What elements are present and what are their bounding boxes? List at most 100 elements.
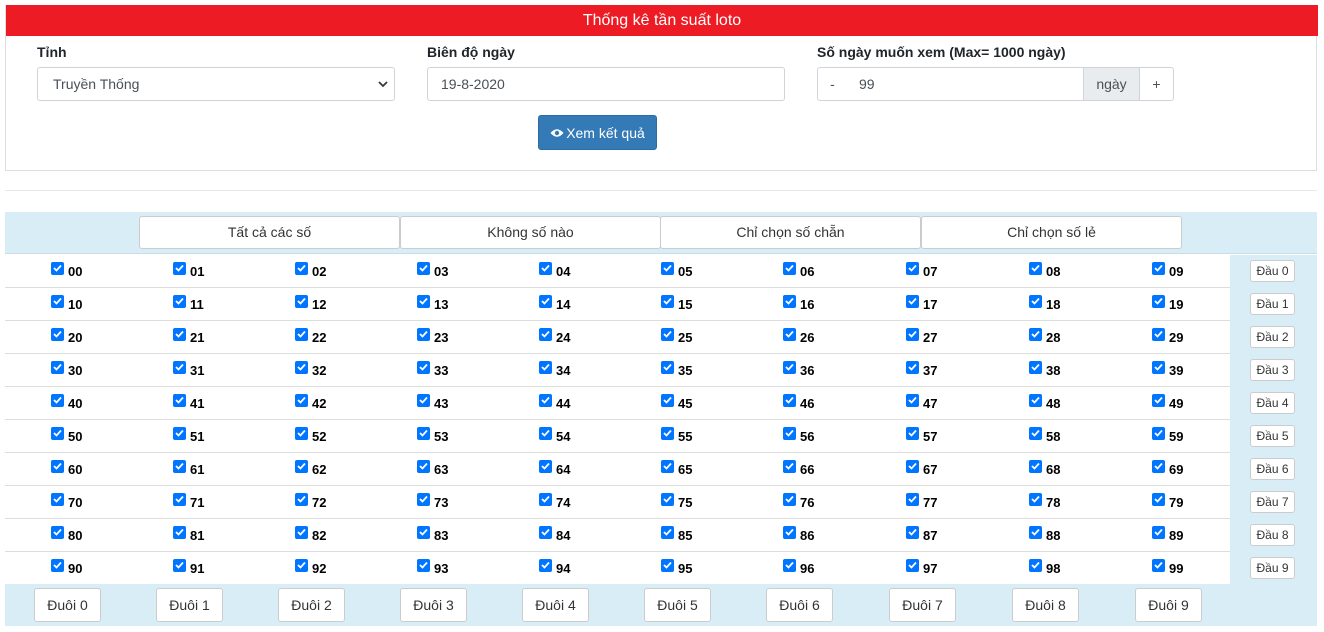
number-checkbox-item[interactable]: 76 bbox=[783, 486, 814, 518]
number-checkbox-item[interactable]: 79 bbox=[1152, 486, 1183, 518]
checkbox-checked-icon[interactable] bbox=[1029, 492, 1042, 506]
checkbox-checked-icon[interactable] bbox=[661, 558, 674, 572]
number-checkbox-item[interactable]: 37 bbox=[906, 354, 937, 386]
checkbox-checked-icon[interactable] bbox=[661, 327, 674, 341]
number-checkbox-item[interactable]: 93 bbox=[417, 552, 448, 584]
select-odd-button[interactable]: Chỉ chọn số lẻ bbox=[921, 216, 1182, 249]
number-checkbox-item[interactable]: 43 bbox=[417, 387, 448, 419]
number-checkbox-item[interactable]: 75 bbox=[661, 486, 692, 518]
number-checkbox-item[interactable]: 24 bbox=[539, 321, 570, 353]
checkbox-checked-icon[interactable] bbox=[173, 558, 186, 572]
number-checkbox-item[interactable]: 57 bbox=[906, 420, 937, 452]
checkbox-checked-icon[interactable] bbox=[295, 426, 308, 440]
number-checkbox-item[interactable]: 62 bbox=[295, 453, 326, 485]
checkbox-checked-icon[interactable] bbox=[1152, 525, 1165, 539]
number-checkbox-item[interactable]: 06 bbox=[783, 255, 814, 287]
number-checkbox-item[interactable]: 74 bbox=[539, 486, 570, 518]
checkbox-checked-icon[interactable] bbox=[1152, 327, 1165, 341]
checkbox-checked-icon[interactable] bbox=[539, 525, 552, 539]
checkbox-checked-icon[interactable] bbox=[1029, 360, 1042, 374]
tail-digit-button[interactable]: Đuôi 7 bbox=[889, 588, 956, 622]
checkbox-checked-icon[interactable] bbox=[539, 558, 552, 572]
checkbox-checked-icon[interactable] bbox=[906, 360, 919, 374]
number-checkbox-item[interactable]: 01 bbox=[173, 255, 204, 287]
checkbox-checked-icon[interactable] bbox=[1029, 261, 1042, 275]
number-checkbox-item[interactable]: 12 bbox=[295, 288, 326, 320]
checkbox-checked-icon[interactable] bbox=[661, 525, 674, 539]
number-checkbox-item[interactable]: 55 bbox=[661, 420, 692, 452]
number-checkbox-item[interactable]: 03 bbox=[417, 255, 448, 287]
checkbox-checked-icon[interactable] bbox=[1152, 492, 1165, 506]
checkbox-checked-icon[interactable] bbox=[1029, 294, 1042, 308]
number-checkbox-item[interactable]: 71 bbox=[173, 486, 204, 518]
number-checkbox-item[interactable]: 85 bbox=[661, 519, 692, 551]
checkbox-checked-icon[interactable] bbox=[1029, 393, 1042, 407]
checkbox-checked-icon[interactable] bbox=[539, 294, 552, 308]
number-checkbox-item[interactable]: 19 bbox=[1152, 288, 1183, 320]
number-checkbox-item[interactable]: 97 bbox=[906, 552, 937, 584]
number-checkbox-item[interactable]: 94 bbox=[539, 552, 570, 584]
number-checkbox-item[interactable]: 58 bbox=[1029, 420, 1060, 452]
checkbox-checked-icon[interactable] bbox=[661, 459, 674, 473]
checkbox-checked-icon[interactable] bbox=[539, 327, 552, 341]
number-checkbox-item[interactable]: 48 bbox=[1029, 387, 1060, 419]
checkbox-checked-icon[interactable] bbox=[661, 426, 674, 440]
number-checkbox-item[interactable]: 81 bbox=[173, 519, 204, 551]
head-digit-button[interactable]: Đầu 5 bbox=[1250, 425, 1295, 447]
checkbox-checked-icon[interactable] bbox=[173, 294, 186, 308]
number-checkbox-item[interactable]: 84 bbox=[539, 519, 570, 551]
number-checkbox-item[interactable]: 13 bbox=[417, 288, 448, 320]
number-checkbox-item[interactable]: 89 bbox=[1152, 519, 1183, 551]
number-checkbox-item[interactable]: 42 bbox=[295, 387, 326, 419]
checkbox-checked-icon[interactable] bbox=[906, 294, 919, 308]
number-checkbox-item[interactable]: 59 bbox=[1152, 420, 1183, 452]
checkbox-checked-icon[interactable] bbox=[1029, 459, 1042, 473]
checkbox-checked-icon[interactable] bbox=[417, 294, 430, 308]
head-digit-button[interactable]: Đầu 7 bbox=[1250, 491, 1295, 513]
number-checkbox-item[interactable]: 20 bbox=[51, 321, 82, 353]
checkbox-checked-icon[interactable] bbox=[783, 261, 796, 275]
checkbox-checked-icon[interactable] bbox=[783, 426, 796, 440]
checkbox-checked-icon[interactable] bbox=[1029, 525, 1042, 539]
days-input[interactable]: 99 bbox=[847, 67, 1085, 101]
number-checkbox-item[interactable]: 15 bbox=[661, 288, 692, 320]
number-checkbox-item[interactable]: 34 bbox=[539, 354, 570, 386]
checkbox-checked-icon[interactable] bbox=[295, 393, 308, 407]
number-checkbox-item[interactable]: 86 bbox=[783, 519, 814, 551]
number-checkbox-item[interactable]: 87 bbox=[906, 519, 937, 551]
number-checkbox-item[interactable]: 69 bbox=[1152, 453, 1183, 485]
checkbox-checked-icon[interactable] bbox=[906, 558, 919, 572]
number-checkbox-item[interactable]: 16 bbox=[783, 288, 814, 320]
number-checkbox-item[interactable]: 67 bbox=[906, 453, 937, 485]
tail-digit-button[interactable]: Đuôi 9 bbox=[1135, 588, 1202, 622]
number-checkbox-item[interactable]: 28 bbox=[1029, 321, 1060, 353]
number-checkbox-item[interactable]: 64 bbox=[539, 453, 570, 485]
number-checkbox-item[interactable]: 41 bbox=[173, 387, 204, 419]
number-checkbox-item[interactable]: 50 bbox=[51, 420, 82, 452]
number-checkbox-item[interactable]: 47 bbox=[906, 387, 937, 419]
number-checkbox-item[interactable]: 91 bbox=[173, 552, 204, 584]
checkbox-checked-icon[interactable] bbox=[51, 492, 64, 506]
checkbox-checked-icon[interactable] bbox=[417, 492, 430, 506]
tail-digit-button[interactable]: Đuôi 0 bbox=[34, 588, 101, 622]
number-checkbox-item[interactable]: 63 bbox=[417, 453, 448, 485]
number-checkbox-item[interactable]: 10 bbox=[51, 288, 82, 320]
number-checkbox-item[interactable]: 54 bbox=[539, 420, 570, 452]
number-checkbox-item[interactable]: 60 bbox=[51, 453, 82, 485]
number-checkbox-item[interactable]: 35 bbox=[661, 354, 692, 386]
number-checkbox-item[interactable]: 82 bbox=[295, 519, 326, 551]
checkbox-checked-icon[interactable] bbox=[417, 261, 430, 275]
checkbox-checked-icon[interactable] bbox=[295, 327, 308, 341]
checkbox-checked-icon[interactable] bbox=[295, 558, 308, 572]
checkbox-checked-icon[interactable] bbox=[783, 525, 796, 539]
checkbox-checked-icon[interactable] bbox=[417, 426, 430, 440]
tail-digit-button[interactable]: Đuôi 8 bbox=[1012, 588, 1079, 622]
checkbox-checked-icon[interactable] bbox=[1152, 294, 1165, 308]
number-checkbox-item[interactable]: 68 bbox=[1029, 453, 1060, 485]
checkbox-checked-icon[interactable] bbox=[661, 360, 674, 374]
checkbox-checked-icon[interactable] bbox=[51, 426, 64, 440]
number-checkbox-item[interactable]: 04 bbox=[539, 255, 570, 287]
checkbox-checked-icon[interactable] bbox=[539, 393, 552, 407]
checkbox-checked-icon[interactable] bbox=[906, 327, 919, 341]
number-checkbox-item[interactable]: 98 bbox=[1029, 552, 1060, 584]
